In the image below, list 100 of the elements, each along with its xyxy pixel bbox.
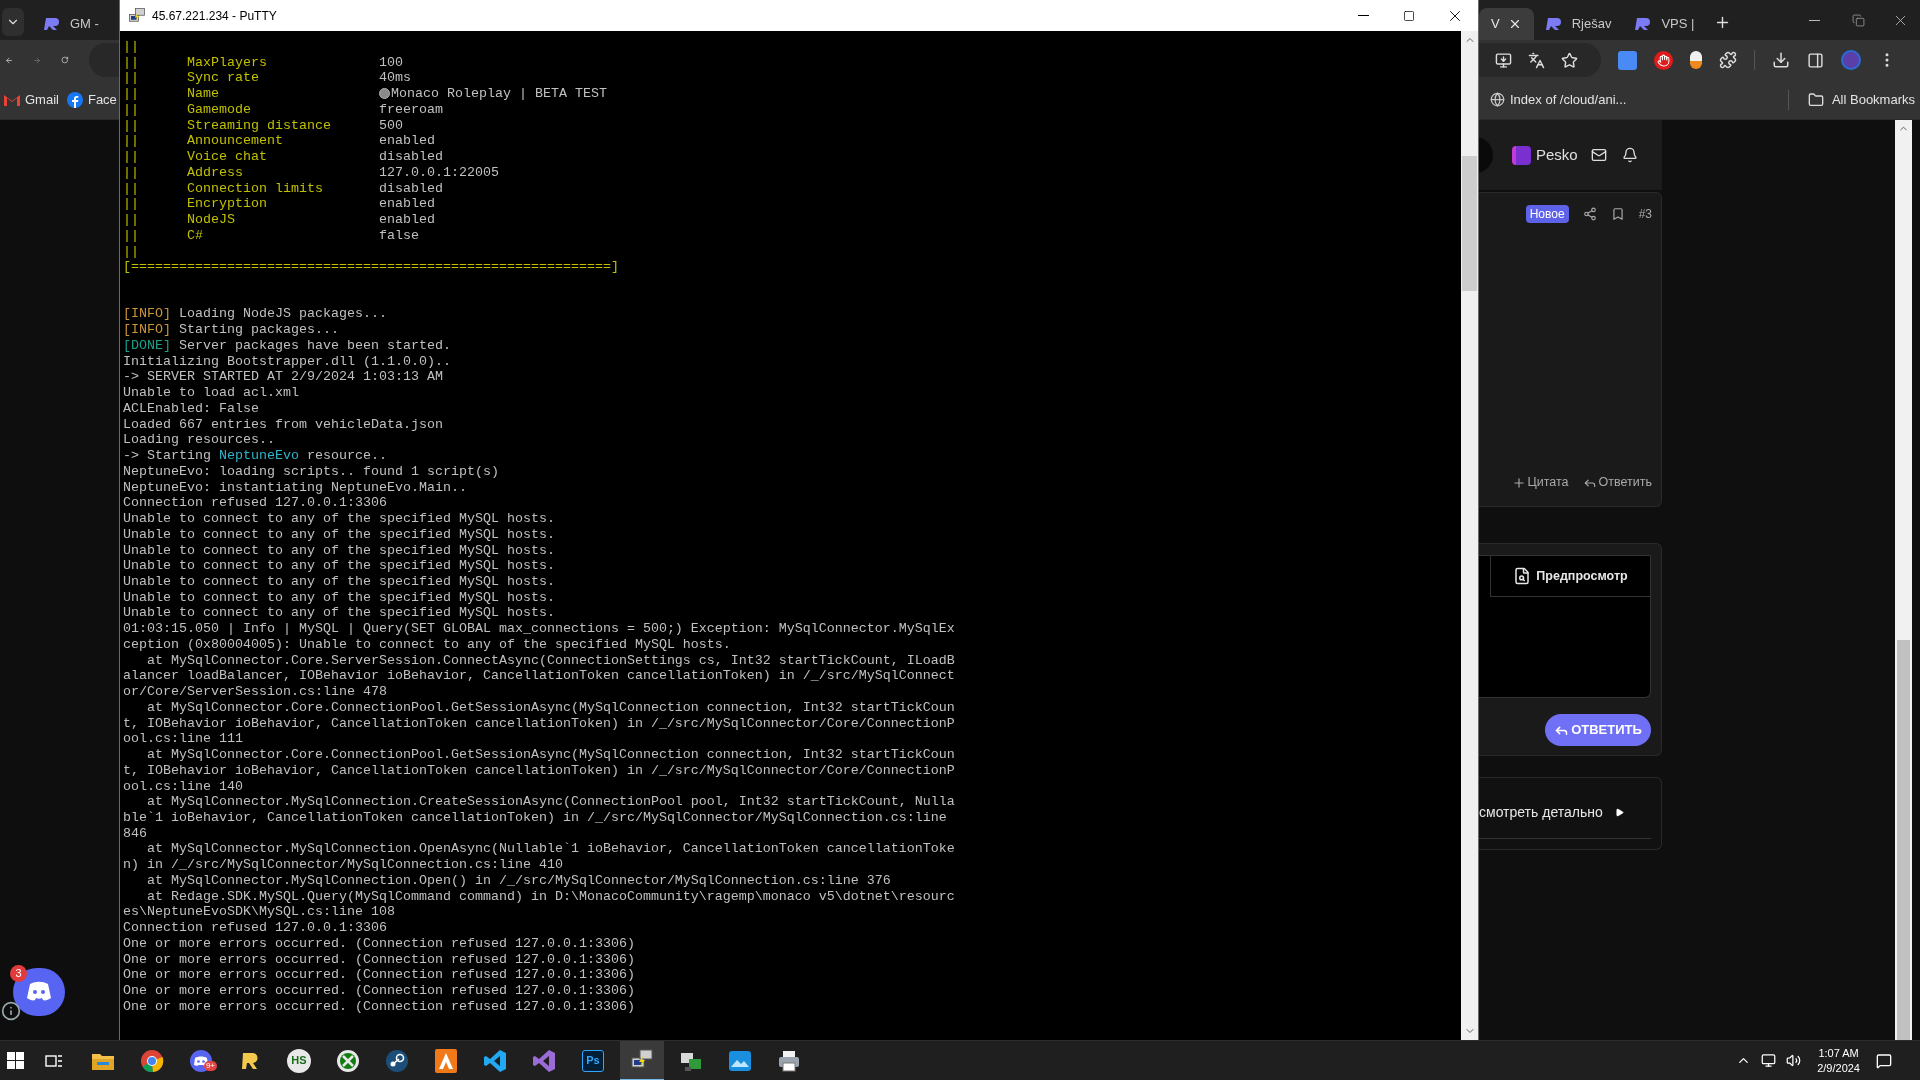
- setting-value: Monaco Roleplay | BETA TEST: [391, 86, 607, 102]
- scrollbar-thumb[interactable]: [1897, 640, 1910, 1040]
- clock-date[interactable]: 2/9/2024: [1817, 1060, 1860, 1076]
- install-icon[interactable]: [1495, 51, 1512, 69]
- bookmark-link[interactable]: Index of /cloud/ani...: [1510, 89, 1627, 110]
- info-icon[interactable]: [1, 1001, 21, 1021]
- browser-tab[interactable]: VPS |: [1623, 8, 1707, 40]
- scrollbar[interactable]: [1461, 31, 1478, 1040]
- terminal-line: 846: [123, 825, 147, 842]
- tab-title: Rješav: [1571, 15, 1612, 34]
- frame-text: ||: [123, 54, 139, 70]
- bookmark-icon[interactable]: [1610, 207, 1625, 221]
- quote-button[interactable]: Цитата: [1511, 473, 1569, 492]
- minimize-icon: [1357, 15, 1369, 16]
- setting-value: disabled: [379, 180, 443, 197]
- taskbar-app[interactable]: 9+: [179, 1040, 223, 1080]
- share-icon[interactable]: [1582, 207, 1597, 221]
- terminal-line: Unable to connect to any of the specified MySQL hosts.: [123, 589, 555, 606]
- user-avatar[interactable]: [1512, 145, 1531, 165]
- frame-text: ||: [123, 117, 139, 133]
- frame-text: ||: [123, 70, 139, 86]
- reply-button[interactable]: ОТВЕТИТЬ: [1545, 714, 1651, 746]
- editor-field[interactable]: Предпросмотр: [1479, 555, 1651, 698]
- terminal-line: alancer loadBalancer, IOBehavior ioBehavior, CancellationToken cancellationToken) in /_/src/MySqlConnect: [123, 668, 955, 685]
- file-search-icon: [1513, 567, 1532, 585]
- taskbar-app[interactable]: HS: [277, 1040, 321, 1080]
- notification-icon[interactable]: [1876, 1052, 1892, 1069]
- terminal-line: -> Starting NeptuneEvo resource..: [123, 448, 387, 464]
- maximize-icon: [1403, 9, 1415, 22]
- translate-icon[interactable]: [1528, 51, 1545, 69]
- terminal-line: ||: [123, 39, 139, 55]
- reply-link[interactable]: Ответить: [1582, 473, 1652, 492]
- folder-icon: [1807, 91, 1824, 108]
- taskbar-app[interactable]: Ps: [571, 1040, 615, 1080]
- caret-icon: [1614, 808, 1624, 817]
- mail-icon[interactable]: [1590, 147, 1607, 163]
- network-icon[interactable]: [1761, 1053, 1777, 1068]
- plus-icon: [1511, 475, 1526, 490]
- terminal-line: NeptuneEvo: instantiating NeptuneEvo.Main..: [123, 479, 467, 496]
- terminal-line: Connection refused 127.0.0.1:3306: [123, 495, 387, 512]
- setting-key: NodeJS: [187, 212, 235, 228]
- username[interactable]: Pesko: [1536, 143, 1578, 167]
- bell-icon[interactable]: [1621, 147, 1638, 163]
- terminal-line: or/Core/ServerSession.cs:line 478: [123, 684, 387, 700]
- terminal-line: at MySqlConnector.Core.ConnectionPool.GetSessionAsync(MySqlConnection connection, Int32 startTickCoun: [146, 699, 955, 716]
- terminal-line: Unable to connect to any of the specified MySQL hosts.: [123, 558, 555, 574]
- terminal-line: at MySqlConnector.MySqlConnection.Open() in /_/src/MySqlConnector/MySqlConnection.cs:line 376: [146, 872, 891, 889]
- setting-key: Name: [187, 86, 219, 102]
- download-icon[interactable]: [1772, 51, 1790, 69]
- setting-key: Encryption: [187, 196, 267, 212]
- scrollbar-thumb[interactable]: [1462, 156, 1477, 291]
- printer-icon: [777, 1048, 801, 1073]
- clock-time[interactable]: 1:07 AM: [1818, 1045, 1859, 1061]
- tab-title: GM -: [70, 15, 99, 34]
- bookmark-link[interactable]: Face: [87, 89, 117, 110]
- setting-key: Streaming distance: [187, 117, 331, 133]
- frame-text: ||: [123, 164, 139, 180]
- terminal-line: Unable to connect to any of the specified MySQL hosts.: [123, 605, 555, 622]
- preview-button[interactable]: Предпросмотр: [1490, 556, 1650, 597]
- address-bar[interactable]: [1479, 43, 1601, 77]
- terminal-line: One or more errors occurred. (Connection refused 127.0.0.1:3306): [123, 983, 635, 999]
- infinity-icon: [532, 1048, 556, 1073]
- terminal-line: Loaded 667 entries from vehicleData.json: [123, 416, 443, 433]
- extensions-icon[interactable]: [1719, 51, 1737, 69]
- xbox-icon: [336, 1048, 360, 1073]
- details-link[interactable]: смотреть детально: [1479, 802, 1603, 823]
- terminal-line: Loading resources..: [123, 432, 275, 449]
- side-panel-icon[interactable]: [1807, 51, 1824, 69]
- star-icon[interactable]: [1561, 51, 1578, 69]
- all-bookmarks-link[interactable]: All Bookmarks: [1831, 89, 1915, 110]
- bookmark-link[interactable]: Gmail: [25, 89, 59, 110]
- chat-button[interactable]: 3: [13, 968, 65, 1016]
- tab-title: V: [1491, 15, 1500, 34]
- terminal-line: [============================================================]: [123, 259, 619, 275]
- setting-key: Connection limits: [187, 180, 323, 196]
- stop-hand-icon[interactable]: [1654, 50, 1673, 70]
- browser-tab[interactable]: V: [1479, 8, 1534, 40]
- terminal-line: Unable to connect to any of the specified MySQL hosts.: [123, 526, 555, 543]
- notification-badge: 3: [10, 965, 27, 982]
- app-logo-icon: HS: [287, 1048, 311, 1073]
- windows-start-icon[interactable]: [7, 1052, 24, 1069]
- profile-avatar[interactable]: [1841, 50, 1861, 70]
- scrollbar[interactable]: [1895, 120, 1912, 1040]
- browser-tab[interactable]: Rješav: [1533, 8, 1624, 40]
- capsule-icon[interactable]: [1690, 51, 1702, 69]
- terminal-line: One or more errors occurred. (Connection refused 127.0.0.1:3306): [123, 951, 635, 968]
- taskbar-app[interactable]: [620, 1040, 664, 1080]
- terminal-line: at Redage.SDK.MySQL.Query(MySqlCommand command) in D:\MonacoCommunity\ragemp\monaco v5\dotnet\resourc: [146, 888, 955, 905]
- setting-key: Address: [187, 164, 243, 180]
- terminal-line: ool.cs:line 140: [123, 778, 243, 795]
- post-number[interactable]: #3: [1638, 205, 1652, 223]
- tab-search-button[interactable]: [2, 8, 24, 36]
- window-title: 45.67.221.234 - PuTTY: [152, 7, 277, 25]
- terminal-line: ble`1 ioBehavior, CancellationToken cancellationToken) in /_/src/MySqlConnector/MySqlConnection.cs:line: [123, 810, 947, 826]
- terminal-line: [INFO] Starting packages...: [123, 322, 339, 338]
- terminal-line: ception (0x80004005): Unable to connect to any of the specified MySQL hosts.: [123, 636, 731, 653]
- terminal-line: Unable to connect to any of the specified MySQL hosts.: [123, 542, 555, 559]
- volume-icon[interactable]: [1786, 1053, 1802, 1068]
- terminal-line: [INFO] Loading NodeJS packages...: [123, 306, 387, 323]
- setting-key: Sync rate: [187, 70, 259, 86]
